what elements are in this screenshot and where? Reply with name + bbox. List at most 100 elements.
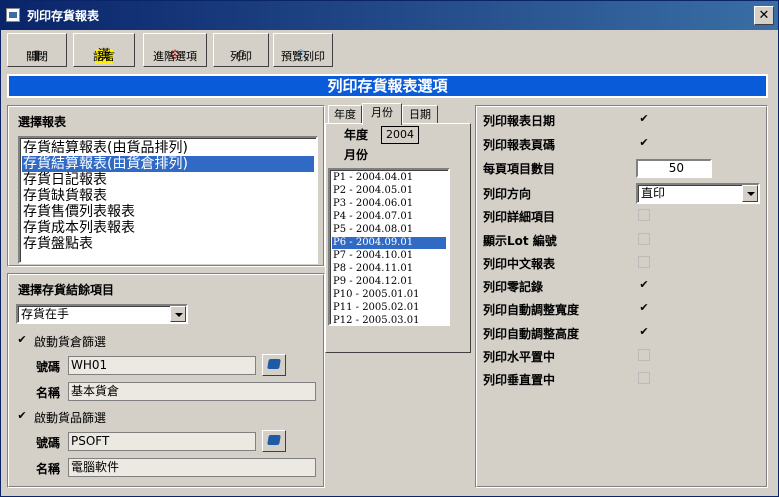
v-center-checkbox[interactable] — [638, 372, 650, 384]
items-per-page-input[interactable]: 50 — [636, 159, 712, 178]
detail-label: 列印詳細項目 — [483, 210, 556, 224]
title-bar: 列印存貨報表 ✕ — [1, 1, 778, 30]
balance-item-title: 選擇存貨結餘項目 — [18, 283, 115, 297]
close-window-button[interactable]: ✕ — [754, 6, 774, 25]
h-center-label: 列印水平置中 — [483, 350, 556, 364]
advanced-options-button[interactable]: ⚙ 進階選項 — [143, 33, 207, 67]
advanced-options-label: 進階選項 — [153, 50, 197, 63]
language-button-label: 語言 — [93, 50, 115, 63]
option-auto-width: 列印自動調整寬度 ✔ — [483, 299, 763, 319]
report-list-item[interactable]: 存貨售價列表報表 — [22, 204, 314, 220]
month-list-item-selected[interactable]: P6 - 2004.09.01 — [332, 237, 446, 249]
balance-item-panel: 選擇存貨結餘項目 存貨在手 ✔ 啟動貨倉篩選 號碼 WH01 名稱 基本貨倉 ✔… — [7, 273, 325, 488]
auto-height-label: 列印自動調整高度 — [483, 327, 580, 341]
language-button[interactable]: 漢 語言 — [73, 33, 135, 67]
print-button[interactable]: ⎙ 列印 — [213, 33, 269, 67]
product-name-field: 電腦軟件 — [68, 458, 316, 477]
product-code-field[interactable]: PSOFT — [68, 432, 256, 451]
orientation-select[interactable]: 直印 — [636, 183, 760, 204]
month-label: 月份 — [344, 148, 369, 162]
report-list-item[interactable]: 存貨日記報表 — [22, 172, 314, 188]
print-preview-button[interactable]: 🔍 預覽列印 — [273, 33, 333, 67]
month-list-item[interactable]: P1 - 2004.04.01 — [332, 172, 446, 184]
chevron-down-icon[interactable] — [742, 185, 758, 202]
month-list-item[interactable]: P4 - 2004.07.01 — [332, 211, 446, 223]
product-lookup-button[interactable] — [262, 430, 286, 452]
warehouse-code-field[interactable]: WH01 — [68, 356, 256, 375]
print-preview-label: 預覽列印 — [281, 50, 325, 63]
product-filter-checkbox[interactable]: ✔ — [16, 410, 28, 422]
tab-month[interactable]: 月份 — [362, 103, 402, 125]
warehouse-code-label: 號碼 — [36, 360, 61, 374]
option-zero-records: 列印零記錄 ✔ — [483, 276, 763, 296]
zero-records-checkbox[interactable]: ✔ — [638, 279, 650, 291]
month-list-item[interactable]: P2 - 2004.05.01 — [332, 185, 446, 197]
close-button-label: 關閉 — [26, 50, 48, 63]
close-button[interactable]: ▮ 關閉 — [7, 33, 67, 67]
detail-checkbox[interactable] — [638, 209, 650, 221]
warehouse-filter-checkbox[interactable]: ✔ — [16, 334, 28, 346]
option-print-page: 列印報表頁碼 ✔ — [483, 134, 763, 154]
auto-width-label: 列印自動調整寬度 — [483, 303, 580, 317]
report-list-item[interactable]: 存貨盤點表 — [22, 236, 314, 252]
option-orientation: 列印方向 直印 — [483, 183, 763, 204]
month-list-item[interactable]: P5 - 2004.08.01 — [332, 224, 446, 236]
warehouse-name-field: 基本貨倉 — [68, 382, 316, 401]
print-inventory-report-window: 列印存貨報表 ✕ ▮ 關閉 漢 語言 ⚙ 進階選項 ⎙ 列印 🔍 預覽列印 列印… — [0, 0, 779, 497]
tab-year[interactable]: 年度 — [328, 105, 362, 124]
month-list-item[interactable]: P12 - 2005.03.01 — [332, 315, 446, 327]
tab-date[interactable]: 日期 — [402, 105, 438, 124]
year-value[interactable]: 2004 — [381, 126, 419, 144]
chinese-label: 列印中文報表 — [483, 257, 556, 271]
month-list-item[interactable]: P11 - 2005.02.01 — [332, 302, 446, 314]
option-lot: 顯示Lot 編號 — [483, 230, 763, 250]
print-date-label: 列印報表日期 — [483, 114, 556, 128]
report-list-item[interactable]: 存貨結算報表(由貨品排列) — [22, 140, 314, 156]
period-panel: 年度 2004 月份 P1 - 2004.04.01 P2 - 2004.05.… — [325, 123, 471, 353]
lot-label: 顯示Lot 編號 — [483, 234, 557, 248]
option-print-date: 列印報表日期 ✔ — [483, 110, 763, 130]
balance-item-select[interactable]: 存貨在手 — [16, 304, 188, 324]
app-icon — [6, 8, 20, 22]
option-auto-height: 列印自動調整高度 ✔ — [483, 323, 763, 343]
report-selection-panel: 選擇報表 存貨結算報表(由貨品排列) 存貨結算報表(由貨倉排列) 存貨日記報表 … — [7, 105, 325, 267]
warehouse-lookup-button[interactable] — [262, 354, 286, 376]
h-center-checkbox[interactable] — [638, 349, 650, 361]
auto-height-checkbox[interactable]: ✔ — [638, 326, 650, 338]
print-button-label: 列印 — [230, 50, 252, 63]
month-list-item[interactable]: P3 - 2004.06.01 — [332, 198, 446, 210]
month-list[interactable]: P1 - 2004.04.01 P2 - 2004.05.01 P3 - 200… — [328, 168, 450, 326]
chinese-checkbox[interactable] — [638, 256, 650, 268]
month-list-item[interactable]: P9 - 2004.12.01 — [332, 276, 446, 288]
lot-checkbox[interactable] — [638, 233, 650, 245]
report-list-item[interactable]: 存貨缺貨報表 — [22, 188, 314, 204]
zero-records-label: 列印零記錄 — [483, 280, 544, 294]
product-filter-label: 啟動貨品篩選 — [34, 411, 107, 425]
option-v-center: 列印垂直置中 — [483, 369, 763, 389]
option-h-center: 列印水平置中 — [483, 346, 763, 366]
month-list-item[interactable]: P8 - 2004.11.01 — [332, 263, 446, 275]
month-list-item[interactable]: P7 - 2004.10.01 — [332, 250, 446, 262]
print-date-checkbox[interactable]: ✔ — [638, 113, 650, 125]
page-banner: 列印存貨報表選項 — [7, 74, 768, 98]
option-detail: 列印詳細項目 — [483, 206, 763, 226]
warehouse-filter-label: 啟動貨倉篩選 — [34, 335, 107, 349]
auto-width-checkbox[interactable]: ✔ — [638, 302, 650, 314]
month-list-item[interactable]: P10 - 2005.01.01 — [332, 289, 446, 301]
print-page-checkbox[interactable]: ✔ — [638, 137, 650, 149]
orientation-value: 直印 — [641, 186, 666, 200]
balance-item-value: 存貨在手 — [21, 307, 70, 321]
option-chinese: 列印中文報表 — [483, 253, 763, 273]
report-selection-title: 選擇報表 — [18, 115, 67, 129]
report-list-item[interactable]: 存貨成本列表報表 — [22, 220, 314, 236]
report-list[interactable]: 存貨結算報表(由貨品排列) 存貨結算報表(由貨倉排列) 存貨日記報表 存貨缺貨報… — [18, 136, 318, 264]
product-code-label: 號碼 — [36, 436, 61, 450]
print-page-label: 列印報表頁碼 — [483, 138, 556, 152]
chevron-down-icon[interactable] — [170, 306, 186, 322]
orientation-label: 列印方向 — [483, 187, 532, 201]
product-name-label: 名稱 — [36, 462, 61, 476]
book-icon — [267, 435, 281, 445]
window-title: 列印存貨報表 — [27, 9, 100, 23]
option-items-per-page: 每頁項目數目 50 — [483, 158, 763, 178]
report-list-item-selected[interactable]: 存貨結算報表(由貨倉排列) — [22, 156, 314, 172]
